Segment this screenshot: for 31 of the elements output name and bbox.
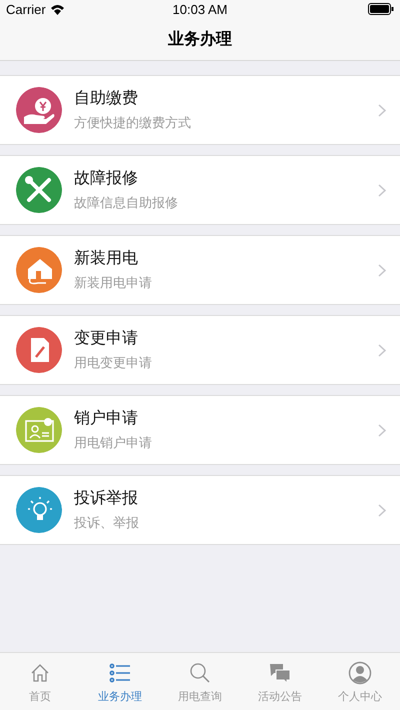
battery-icon bbox=[368, 3, 394, 15]
service-title: 销户申请 bbox=[74, 408, 139, 429]
chevron-icon bbox=[378, 344, 386, 356]
service-row[interactable]: 自助缴费 方便快捷的缴费方式 bbox=[0, 75, 400, 145]
service-row[interactable]: 销户申请 用电销户申请 bbox=[0, 395, 400, 465]
service-subtitle: 投诉、举报 bbox=[74, 515, 140, 532]
tab-item[interactable]: 业务办理 bbox=[80, 653, 160, 710]
chevron-icon bbox=[378, 104, 386, 116]
service-row[interactable]: 变更申请 用电变更申请 bbox=[0, 315, 400, 385]
service-subtitle: 方便快捷的缴费方式 bbox=[74, 115, 192, 132]
service-title: 自助缴费 bbox=[74, 88, 139, 109]
service-title: 投诉举报 bbox=[74, 488, 139, 509]
chevron-icon bbox=[378, 184, 386, 196]
clock: 10:03 AM bbox=[172, 2, 228, 16]
service-subtitle: 新装用电申请 bbox=[74, 275, 153, 292]
service-title: 故障报修 bbox=[74, 168, 139, 189]
page-title: 业务办理 bbox=[168, 28, 232, 50]
service-row[interactable]: 新装用电 新装用电申请 bbox=[0, 235, 400, 305]
chevron-icon bbox=[378, 504, 386, 516]
service-subtitle: 用电销户申请 bbox=[74, 435, 153, 452]
wifi-icon bbox=[50, 4, 65, 14]
service-title: 变更申请 bbox=[74, 328, 139, 349]
service-row[interactable]: 投诉举报 投诉、举报 bbox=[0, 475, 400, 545]
chevron-icon bbox=[378, 424, 386, 436]
chevron-icon bbox=[378, 264, 386, 276]
carrier-label: Carrier bbox=[6, 2, 46, 16]
service-subtitle: 用电变更申请 bbox=[74, 355, 153, 372]
service-subtitle: 故障信息自助报修 bbox=[74, 195, 179, 212]
service-row[interactable]: 故障报修 故障信息自助报修 bbox=[0, 155, 400, 225]
service-title: 新装用电 bbox=[74, 248, 139, 269]
person-icon bbox=[347, 660, 373, 686]
